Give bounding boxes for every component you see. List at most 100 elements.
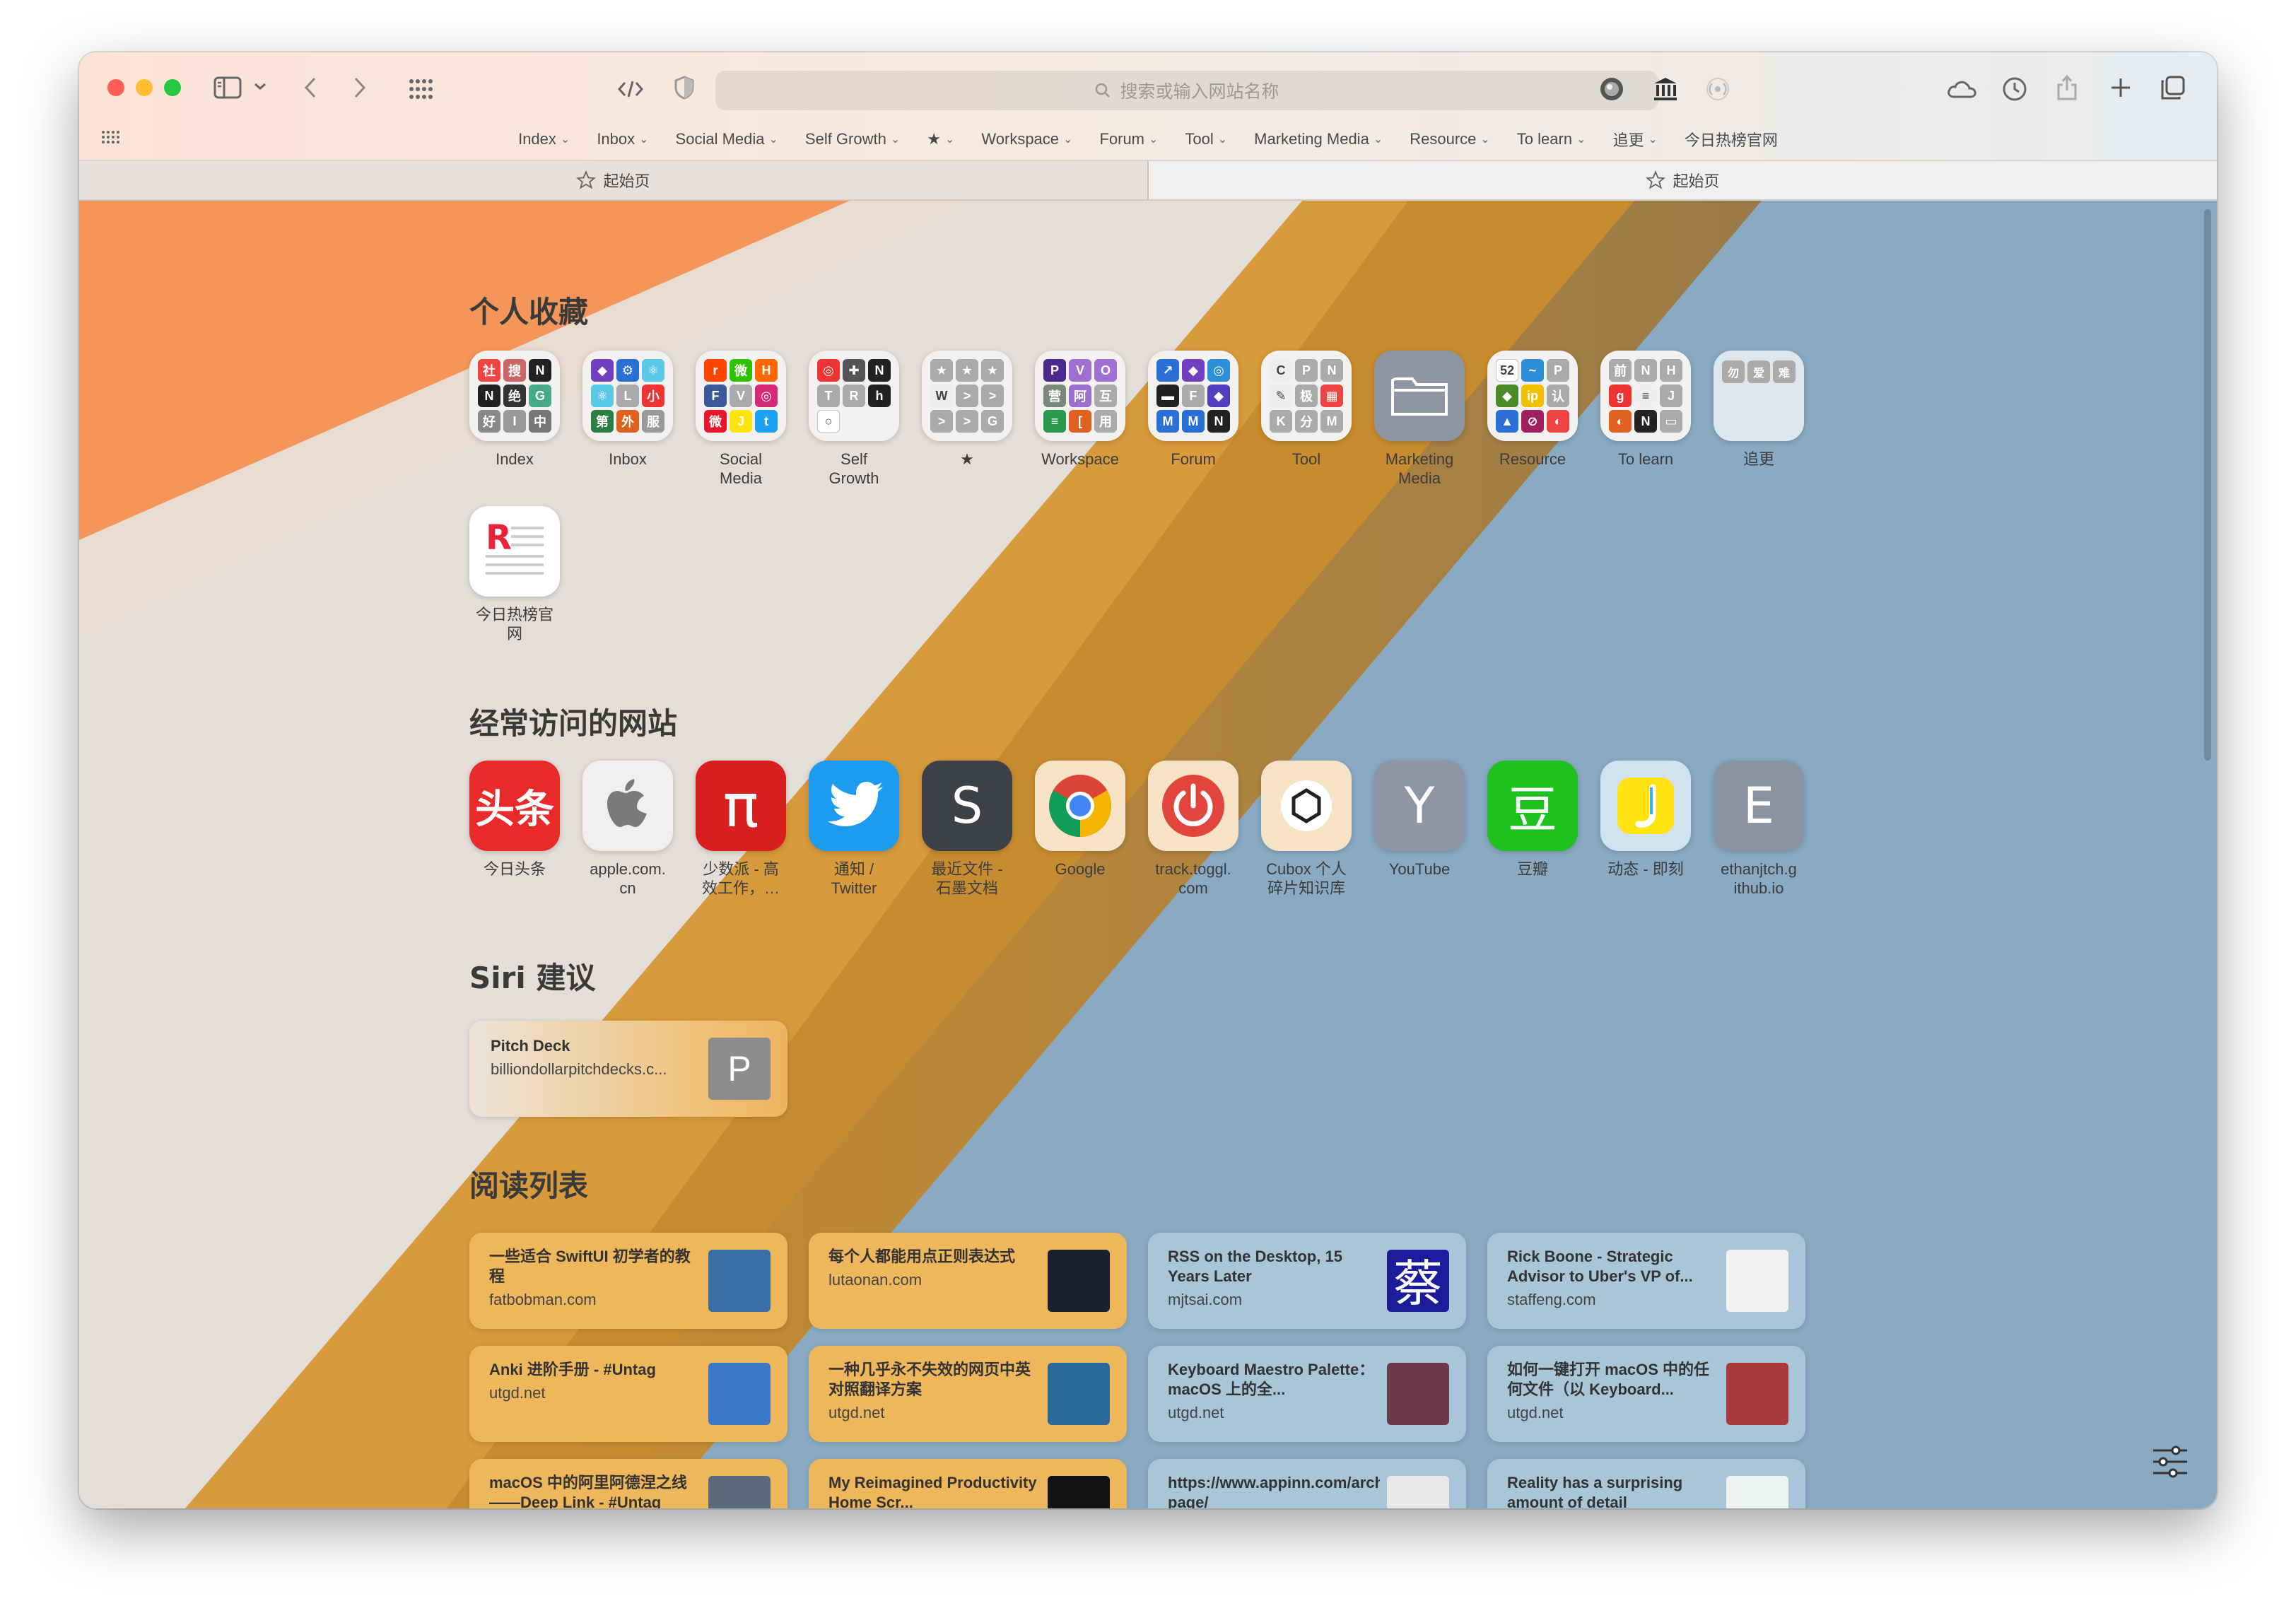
chevron-down-icon[interactable] — [252, 78, 269, 95]
frequent-site-label: YouTube — [1388, 860, 1451, 878]
frequent-site-tile[interactable]: 头条 今日头条 — [469, 761, 560, 879]
reading-list-item[interactable]: 一种几乎永不失效的网页中英对照翻译方案 utgd.net — [809, 1346, 1127, 1442]
chevron-down-icon: ⌄ — [1149, 134, 1159, 146]
site-favicon-icon: F — [704, 385, 727, 407]
site-icon — [1261, 761, 1352, 851]
frequent-site-tile[interactable]: Cubox 个人 碎片知识库 — [1261, 761, 1352, 898]
favorite-folder-tile[interactable]: P V O 营阿互 ≡[用 Workspace — [1035, 351, 1125, 469]
reading-list-item[interactable]: Reality has a surprising amount of detai… — [1487, 1459, 1805, 1508]
favorites-bar-item[interactable]: Workspace ⌄ — [981, 130, 1072, 148]
frequent-site-tile[interactable]: 通知 / Twitter — [809, 761, 899, 898]
frequent-site-tile[interactable]: S 最近文件 - 石墨文档 — [922, 761, 1012, 898]
sidebar-icon[interactable] — [212, 72, 243, 103]
favorite-folder-tile[interactable]: R 今日热榜官 网 — [469, 506, 560, 643]
favorites-bar-item[interactable]: Self Growth ⌄ — [805, 130, 900, 148]
extension-bank-icon[interactable] — [1651, 75, 1680, 103]
extension-globe-icon[interactable] — [1598, 75, 1626, 103]
favorite-folder-tile[interactable]: ◆ ⚙ ⚛ ⚛ L 小第外服 Inbox — [582, 351, 673, 469]
folder-preview-icon: ◎ ✚ N T Rh ○ — [809, 351, 899, 441]
start-page[interactable]: 个人收藏 社搜 N N 绝 G 好 I 中 Index ◆ ⚙ ⚛ ⚛ L 小第外服 Inbox r 微 H F V ◎ 微… — [79, 201, 2217, 1508]
favorite-folder-tile[interactable]: C P N ✎ 极 ▦ K 分 M Tool — [1261, 351, 1352, 469]
tab-start-page-1[interactable]: 起始页 — [79, 161, 1149, 199]
favorite-folder-tile[interactable]: ★ ★ ★ W > > > > G ★ — [922, 351, 1012, 469]
frequent-site-tile[interactable]: apple.com. cn — [582, 761, 673, 898]
tab-start-page-2[interactable]: 起始页 — [1149, 161, 2217, 199]
site-favicon-icon: h — [868, 385, 891, 407]
siri-suggestion-card[interactable]: Pitch Deck billiondollarpitchdecks.c... … — [469, 1021, 787, 1117]
favorites-bar-item[interactable]: Tool ⌄ — [1185, 130, 1227, 148]
reading-list-item[interactable]: Anki 进阶手册 - #Untag utgd.net — [469, 1346, 787, 1442]
reading-item-title: 一些适合 SwiftUI 初学者的教程 — [489, 1248, 691, 1285]
folder-preview-icon: P V O 营阿互 ≡[用 — [1035, 351, 1125, 441]
share-icon[interactable] — [2051, 72, 2083, 103]
reading-item-title: Anki 进阶手册 - #Untag — [489, 1361, 656, 1378]
favorite-folder-tile[interactable]: 社搜 N N 绝 G 好 I 中 Index — [469, 351, 560, 469]
reading-list-item[interactable]: RSS on the Desktop, 15 Years Later mjtsai… — [1148, 1233, 1466, 1329]
reading-list-item[interactable]: https://www.appinn.com/archiveweb-page/ — [1148, 1459, 1466, 1508]
scrollbar[interactable] — [2204, 209, 2211, 761]
reading-list-item[interactable]: My Reimagined Productivity Home Scr... — [809, 1459, 1127, 1508]
site-icon: E — [1714, 761, 1804, 851]
forward-icon[interactable] — [349, 74, 370, 102]
site-glyph: S — [951, 777, 983, 835]
tab-overview-icon[interactable] — [2159, 74, 2187, 102]
favorite-folder-tile[interactable]: Marketing Media — [1374, 351, 1465, 488]
reading-list-item[interactable]: Keyboard Maestro Palette：macOS 上的全... utg… — [1148, 1346, 1466, 1442]
favorites-bar-item[interactable]: Forum ⌄ — [1099, 130, 1158, 148]
favorites-bar-label: Social Media — [675, 130, 765, 148]
reading-item-thumbnail — [1387, 1476, 1449, 1508]
favorite-folder-tile[interactable]: ◎ ✚ N T Rh ○ Self Growth — [809, 351, 899, 488]
close-window-button[interactable] — [107, 79, 124, 96]
favorite-label: Index — [496, 450, 534, 468]
favorites-bar-item[interactable]: Social Media ⌄ — [676, 130, 778, 148]
favorites-bar-item[interactable]: ★ ⌄ — [927, 130, 954, 148]
reading-item-thumbnail — [1726, 1476, 1788, 1508]
favorite-folder-tile[interactable]: r 微 H F V ◎ 微 Jt Social Media — [696, 351, 786, 488]
favorites-bar-label: Resource — [1410, 130, 1477, 148]
frequent-site-tile[interactable]: Eethanjtch.g ithub.io — [1714, 761, 1804, 898]
reading-list-item[interactable]: 如何一键打开 macOS 中的任何文件（以 Keyboard... utgd.ne… — [1487, 1346, 1805, 1442]
folder-preview-icon: ↗ ◆ ◎ ▬ F ◆ M M N — [1148, 351, 1238, 441]
favorite-folder-tile[interactable]: 勿爱难追更 — [1714, 351, 1804, 469]
frequent-site-tile[interactable]: 豆豆瓣 — [1487, 761, 1578, 879]
favorite-folder-tile[interactable]: ↗ ◆ ◎ ▬ F ◆ M M N Forum — [1148, 351, 1238, 469]
frequent-site-tile[interactable]: π 少数派 - 高 效工作，… — [696, 761, 786, 898]
icloud-tabs-icon[interactable] — [1944, 75, 1979, 103]
favorites-bar-item[interactable]: 追更 ⌄ — [1612, 128, 1657, 151]
reading-list-item[interactable]: 每个人都能用点正则表达式 lutaonan.com — [809, 1233, 1127, 1329]
site-favicon-icon: C — [1270, 359, 1292, 382]
site-favicon-icon: [ — [1069, 410, 1091, 433]
back-icon[interactable] — [300, 74, 321, 102]
frequent-site-tile[interactable]: Google — [1035, 761, 1125, 879]
site-favicon-icon: O — [1094, 359, 1117, 382]
reading-list-section-title: 阅读列表 — [469, 1168, 589, 1203]
favorites-bar-item[interactable]: To learn ⌄ — [1517, 130, 1586, 148]
favorites-bar-item[interactable]: 今日热榜官网 — [1685, 128, 1778, 151]
favorites-bar-item[interactable]: Resource ⌄ — [1410, 130, 1490, 148]
tab-overview-grid-icon[interactable] — [407, 75, 435, 103]
frequent-site-label: Google — [1055, 860, 1106, 878]
favorites-bar-item[interactable]: Index ⌄ — [518, 130, 570, 148]
history-clock-icon[interactable] — [1999, 74, 2030, 105]
favorite-folder-tile[interactable]: 前 N Hg ≡ J ◐ N ▭ To learn — [1600, 351, 1691, 469]
new-tab-plus-icon[interactable] — [2107, 74, 2135, 102]
minimize-window-button[interactable] — [136, 79, 153, 96]
reading-list-item[interactable]: 一些适合 SwiftUI 初学者的教程 fatbobman.com — [469, 1233, 787, 1329]
favorite-label: Social Media — [720, 450, 762, 487]
site-favicon-icon: ⚛ — [642, 359, 664, 382]
favorites-bar-item[interactable]: Inbox ⌄ — [597, 130, 648, 148]
address-bar[interactable]: 搜索或输入网站名称 — [715, 71, 1658, 110]
favorite-folder-tile[interactable]: 52 ~ P ◆ ip 认 ▲ ⊘ ◐ Resource — [1487, 351, 1578, 469]
frequent-site-tile[interactable]: 动态 - 即刻 — [1600, 761, 1691, 879]
zoom-window-button[interactable] — [164, 79, 181, 96]
privacy-shield-icon[interactable] — [670, 74, 698, 102]
extension-radio-icon[interactable] — [1704, 75, 1732, 103]
favorites-bar-item[interactable]: Marketing Media ⌄ — [1254, 130, 1383, 148]
frequent-site-tile[interactable]: Y YouTube — [1374, 761, 1465, 879]
site-favicon-icon: ◆ — [591, 359, 614, 382]
reading-list-item[interactable]: macOS 中的阿里阿德涅之线——Deep Link - #Untag — [469, 1459, 787, 1508]
code-icon[interactable] — [615, 75, 646, 103]
reading-list-item[interactable]: Rick Boone - Strategic Advisor to Uber's… — [1487, 1233, 1805, 1329]
customize-settings-icon[interactable] — [2149, 1441, 2191, 1483]
frequent-site-tile[interactable]: track.toggl. com — [1148, 761, 1238, 898]
